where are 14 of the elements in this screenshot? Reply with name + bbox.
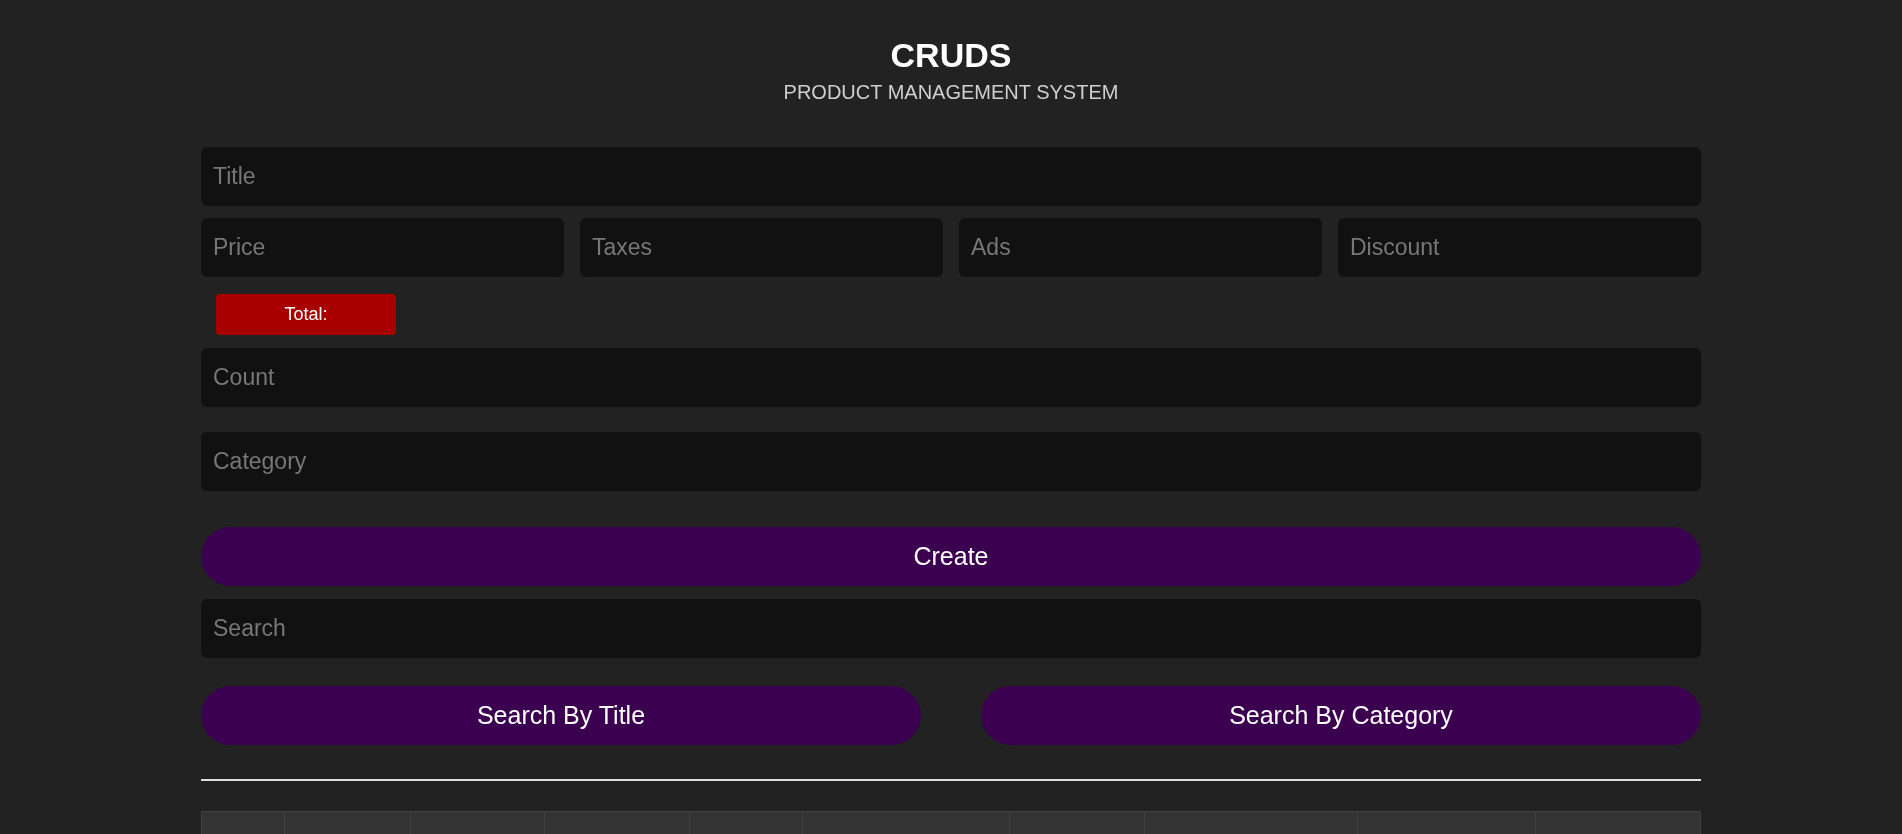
input-field[interactable]: Category <box>201 432 1701 491</box>
app-title: CRUDS <box>890 35 1012 75</box>
app-subtitle: PRODUCT MANAGEMENT SYSTEM <box>783 80 1119 104</box>
total-badge: Total: <box>216 294 396 335</box>
input-field[interactable]: Discount <box>1338 218 1701 277</box>
create-button[interactable]: Create <box>201 527 1701 586</box>
input-field[interactable]: Count <box>201 348 1701 407</box>
input-field[interactable]: Price <box>201 218 564 277</box>
input-field[interactable]: Taxes <box>580 218 943 277</box>
search-button[interactable]: Search By Category <box>981 686 1701 745</box>
search-field[interactable]: Search <box>201 599 1701 658</box>
input-field[interactable]: Title <box>201 147 1701 206</box>
search-button[interactable]: Search By Title <box>201 686 921 745</box>
input-field[interactable]: Ads <box>959 218 1322 277</box>
